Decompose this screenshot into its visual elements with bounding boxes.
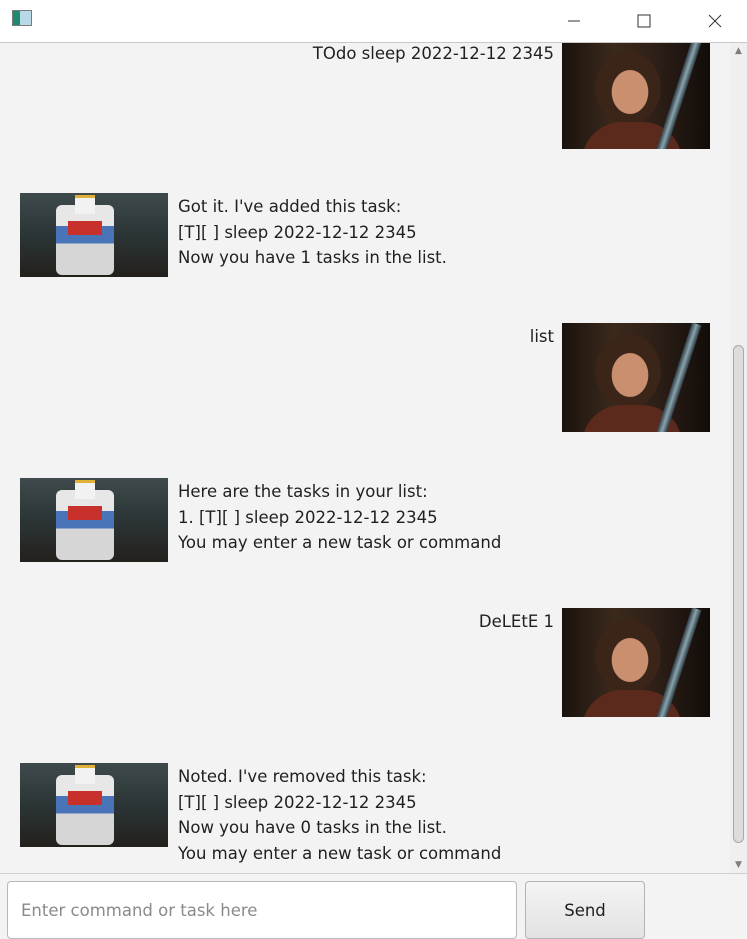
message-line: Now you have 0 tasks in the list. [178,818,447,837]
message-line: Got it. I've added this task: [178,197,402,216]
message-line: 1. [T][ ] sleep 2022-12-12 2345 [178,507,438,527]
message-line: You may enter a new task or command [178,843,502,863]
scroll-thumb[interactable] [733,345,744,843]
message-line: Now you have 1 tasks in the list. [178,248,447,267]
bot-message: Noted. I've removed this task: [T][ ] sl… [178,764,501,866]
input-bar: Send [0,873,747,939]
bot-avatar [20,193,168,277]
scroll-up-icon[interactable]: ▲ [734,47,743,56]
command-input[interactable] [7,881,517,939]
minimize-icon [568,20,580,22]
message-line: Here are the tasks in your list: [178,482,428,501]
close-icon [708,14,722,28]
close-button[interactable] [692,0,738,42]
minimize-button[interactable] [551,0,597,42]
user-avatar [562,323,710,432]
message-line: Noted. I've removed this task: [178,767,427,786]
bot-avatar [20,478,168,562]
maximize-button[interactable] [621,0,667,42]
user-message: DeLEtE 1 [479,609,554,635]
message-line: DeLEtE 1 [478,612,554,631]
maximize-icon [637,14,651,28]
user-message: list [530,324,554,350]
message-line: list [529,327,554,346]
message-line: You may enter a new task or command [178,533,502,552]
user-avatar [562,608,710,717]
title-bar [0,0,747,43]
bot-message: Got it. I've added this task: [T][ ] sle… [178,194,447,271]
message-line: TOdo sleep 2022-12-12 2345 [312,44,554,63]
message-line: [T][ ] sleep 2022-12-12 2345 [178,222,417,242]
message-line: [T][ ] sleep 2022-12-12 2345 [178,792,417,812]
user-avatar [562,43,710,149]
bot-message: Here are the tasks in your list: 1. [T][… [178,479,501,556]
scroll-down-icon[interactable]: ▼ [734,861,743,870]
chat-scroll-pane[interactable]: TOdo sleep 2022-12-12 2345 Got it. I've … [0,43,730,873]
vertical-scrollbar[interactable]: ▲ ▼ [730,43,747,873]
app-window: TOdo sleep 2022-12-12 2345 Got it. I've … [0,0,747,939]
bot-avatar [20,763,168,847]
app-icon [12,10,32,26]
send-button[interactable]: Send [525,881,645,939]
user-message: TOdo sleep 2022-12-12 2345 [313,43,554,67]
